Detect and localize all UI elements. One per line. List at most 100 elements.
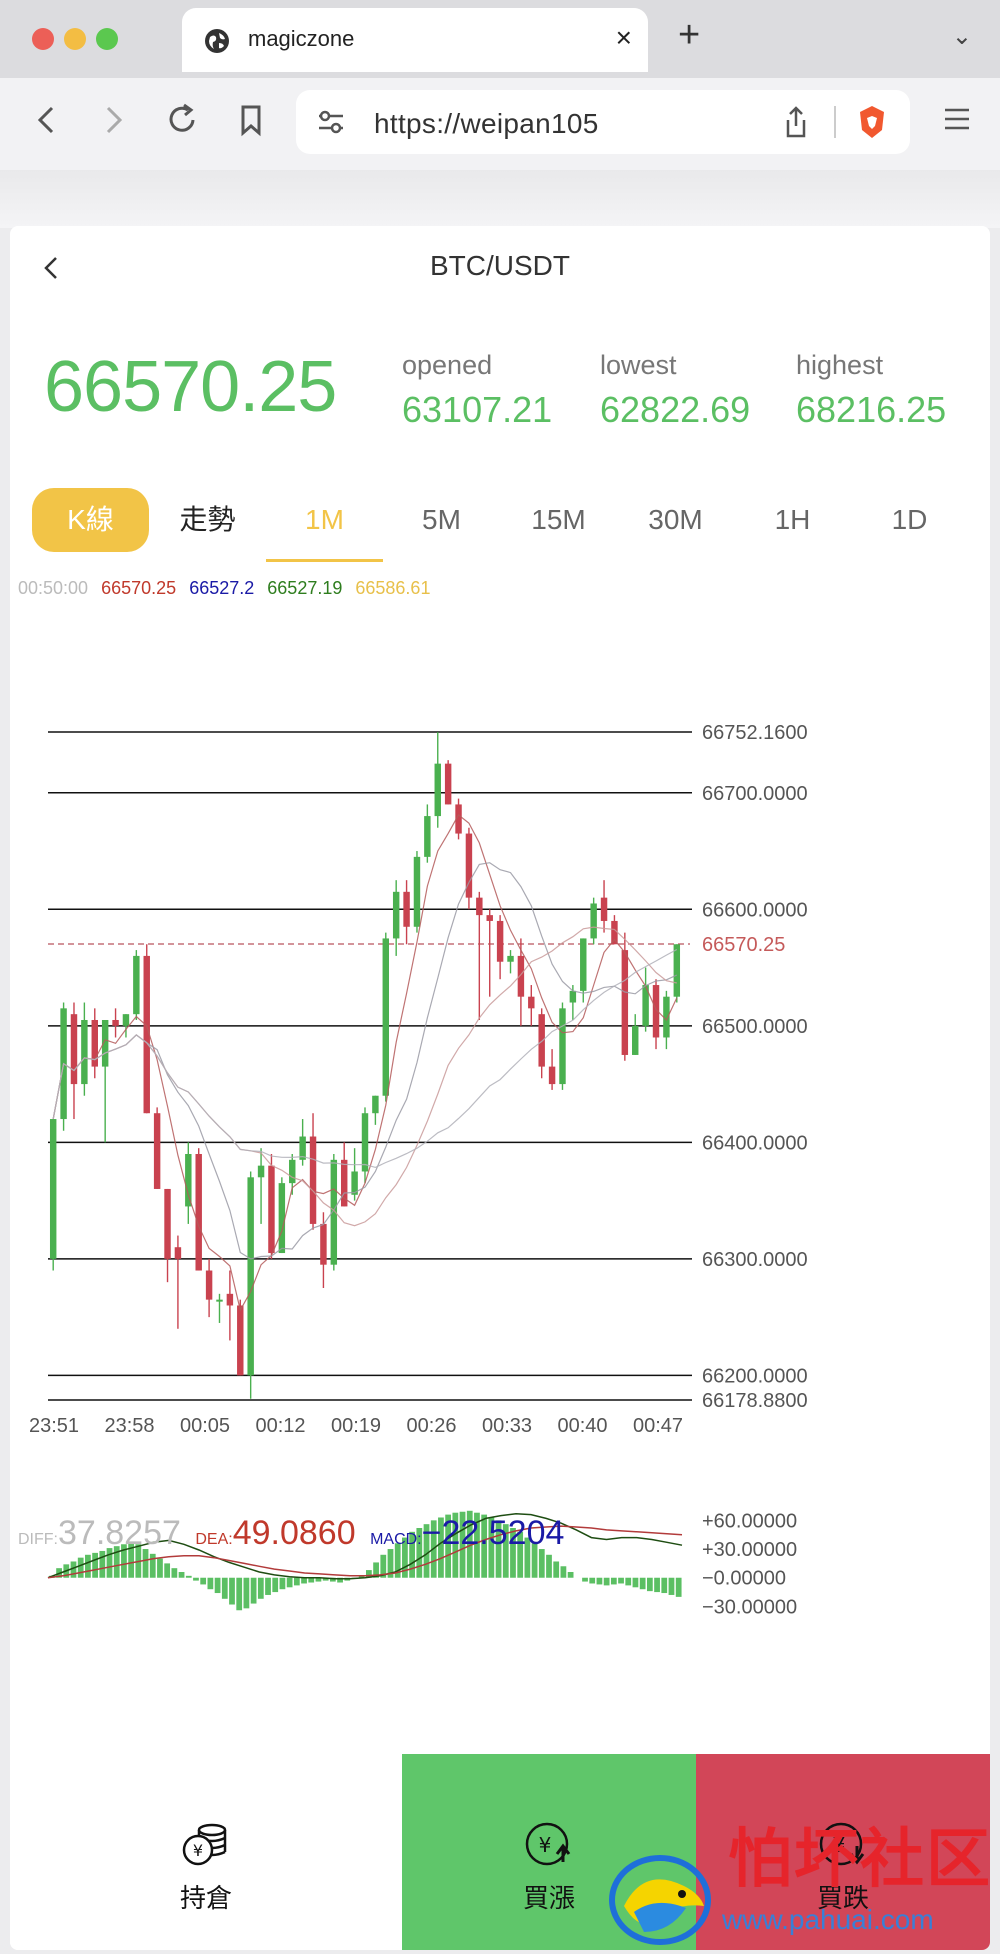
time-axis-label: 23:58 [104,1415,154,1437]
macd-histogram-bar [250,1577,257,1604]
candle-body [372,1095,379,1114]
share-icon[interactable] [782,104,810,140]
tab-5m[interactable]: 5M [383,488,500,552]
current-price: 66570.25 [44,347,337,427]
tab-15m[interactable]: 15M [500,488,617,552]
dea-value: 49.0860 [232,1514,356,1552]
candle-body [268,1165,275,1254]
macd-value: −22.5204 [421,1514,565,1552]
watermark-text: 怕坏社区 [728,1823,992,1895]
tab-1h[interactable]: 1H [734,488,851,552]
macd-histogram-bar [85,1554,91,1578]
tab-list-chevron-icon[interactable]: ⌄ [952,22,972,51]
price-axis-label: 66300.0000 [702,1249,808,1271]
url-text[interactable]: https://weipan105 [374,108,599,140]
candle-body [413,856,421,927]
macd-histogram-bar [214,1577,221,1594]
candle-body [434,763,441,817]
address-bar[interactable]: https://weipan105 [296,90,910,154]
watermark-url: www.pahuai.com [722,1904,934,1935]
macd-label: MACD: [370,1531,422,1548]
highest-label: highest [796,350,884,380]
highest-value: 68216.25 [796,389,947,430]
minimize-window-button[interactable] [64,28,86,50]
candle-body [632,1025,639,1055]
forward-arrow-icon[interactable] [98,100,128,140]
time-axis-label: 00:19 [331,1415,381,1437]
macd-histogram-bar [92,1552,98,1578]
macd-histogram-bar [308,1577,315,1583]
candle-body [70,1014,78,1085]
macd-histogram-bar [193,1577,199,1581]
macd-histogram-bar [77,1557,84,1578]
candle-body [195,1153,202,1271]
trading-app: BTC/USDT 66570.25 opened 63107.21 lowest… [10,226,990,1950]
watermark-logo [609,1855,711,1945]
price-axis-label: 66600.0000 [702,899,808,921]
tab-30m[interactable]: 30M [617,488,734,552]
macd-histogram-bar [639,1577,646,1590]
macd-histogram-bar [301,1577,307,1584]
close-window-button[interactable] [32,28,54,50]
back-arrow-icon[interactable] [32,100,62,140]
macd-histogram-bar [567,1572,574,1578]
tab-kline[interactable]: K線 [32,488,149,552]
new-tab-button[interactable]: + [678,14,700,57]
diff-label: DIFF: [18,1531,58,1548]
svg-text:¥: ¥ [539,1833,552,1857]
tab-trend[interactable]: 走勢 [149,488,266,552]
candle-body [133,955,140,1015]
macd-histogram-bar [596,1577,603,1585]
macd-histogram-bar [221,1577,228,1599]
candle-body [164,1188,171,1259]
opened-stat: opened 63107.21 [402,350,552,431]
candle-body [580,938,587,991]
macd-histogram-bar [142,1549,149,1578]
candle-body [216,1299,223,1302]
candle-body [112,1019,119,1026]
candle-body [621,950,629,1055]
brave-shield-icon[interactable] [856,104,888,140]
candle-body [153,1113,161,1189]
macd-histogram-bar [610,1577,617,1585]
macd-histogram-bar [589,1577,596,1584]
browser-toolbar: https://weipan105 [0,78,1000,228]
candle-body [559,1008,566,1085]
lowest-stat: lowest 62822.69 [600,350,750,431]
macd-histogram-bar [603,1577,610,1586]
candle-body [424,816,431,857]
macd-axis-label: +60.00000 [702,1510,797,1532]
hold-button[interactable]: ¥ 持倉 [10,1754,402,1950]
price-axis-label: 66178.8800 [702,1390,808,1412]
highest-stat: highest 68216.25 [796,350,946,431]
site-settings-icon[interactable] [316,108,346,136]
browser-tab[interactable]: magiczone × [182,8,648,72]
bookmark-icon[interactable] [236,100,266,140]
macd-histogram-bar [675,1577,682,1597]
candle-body [278,1183,286,1254]
tab-1d[interactable]: 1D [851,488,968,552]
macd-histogram-bar [286,1577,293,1588]
hold-label: 持倉 [179,1883,232,1913]
macd-histogram-bar [200,1577,207,1585]
macd-histogram-bar [582,1577,588,1582]
macd-histogram-bar [560,1566,567,1578]
menu-icon[interactable] [942,104,972,134]
candle-body [611,920,618,945]
macd-histogram-bar [546,1554,552,1578]
candle-body [673,944,681,997]
tab-1m[interactable]: 1M [266,488,383,562]
macd-histogram-bar [293,1577,300,1586]
candle-body [507,955,514,962]
tab-close-icon[interactable]: × [616,22,632,54]
diff-value: 37.8257 [58,1514,181,1552]
price-axis-label: 66700.0000 [702,783,808,805]
opened-value: 63107.21 [402,389,553,430]
reload-icon[interactable] [164,100,200,140]
svg-text:¥: ¥ [193,1841,203,1860]
candle-body [81,1019,88,1085]
dea-label: DEA: [195,1531,233,1548]
maximize-window-button[interactable] [96,28,118,50]
macd-histogram-bar [243,1577,250,1609]
time-axis-label: 00:26 [406,1415,456,1437]
